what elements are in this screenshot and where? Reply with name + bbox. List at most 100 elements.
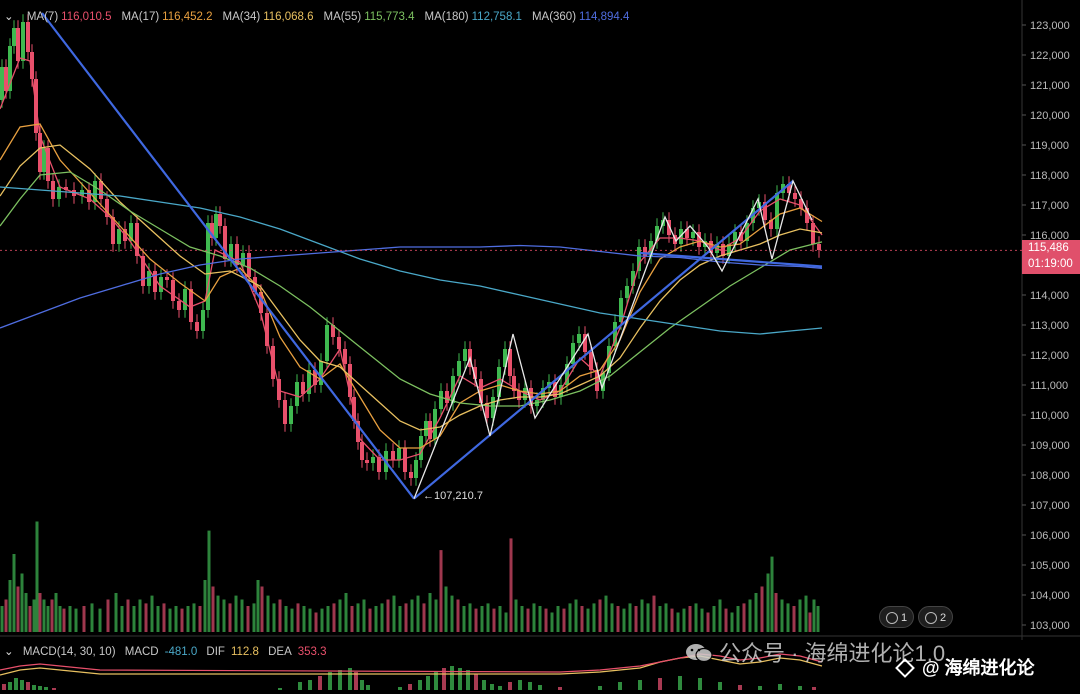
candle-body <box>811 223 815 244</box>
volume-bar <box>256 580 260 632</box>
volume-bar <box>54 593 58 632</box>
ma-line <box>0 171 823 407</box>
y-tick-label: 121,000 <box>1030 80 1070 92</box>
volume-bar <box>676 612 680 632</box>
trading-chart[interactable]: 123,000 122,000 121,000 120,000 119,000 118,0… <box>0 0 1080 694</box>
volume-bar <box>736 606 740 632</box>
candle-countdown: 01:19:00 <box>1028 258 1073 270</box>
volume-bar <box>422 603 426 632</box>
candle-body <box>117 229 121 244</box>
volume-bar <box>532 603 536 632</box>
volume-bar <box>658 606 662 632</box>
volume-bar <box>474 608 478 632</box>
macd-histogram-bar <box>778 684 782 690</box>
ma-line <box>0 144 823 431</box>
volume-bar <box>132 606 136 632</box>
macd-histogram-bar <box>618 682 622 690</box>
volume-bar <box>228 603 232 632</box>
volume-bar <box>222 599 226 632</box>
macd-collapse-icon[interactable]: ⌄ <box>4 646 14 658</box>
legend-collapse-icon[interactable]: ⌄ <box>4 11 14 23</box>
ma-legend-value: 112,758.1 <box>471 11 522 23</box>
volume-bar <box>770 556 774 632</box>
ma-legend-item: MA(17) 116,452.2 <box>121 11 212 23</box>
volume-bar <box>544 608 548 632</box>
y-tick-label: 123,000 <box>1030 20 1070 32</box>
current-price-tag: 115,486 01:19:00 <box>1022 240 1080 274</box>
volume-bar <box>290 608 294 632</box>
volume-bar <box>774 593 778 632</box>
volume-bar <box>252 603 256 632</box>
y-tick-label: 122,000 <box>1030 50 1070 62</box>
candle-body <box>403 448 407 472</box>
volume-bar <box>186 606 190 632</box>
volume-bar <box>12 554 16 632</box>
volume-bar <box>742 603 746 632</box>
drawing-badge-1[interactable]: 1 <box>879 606 915 628</box>
price-chart-svg[interactable]: 123,000 122,000 121,000 120,000 119,000 118,0… <box>0 0 1080 694</box>
volume-bar <box>284 606 288 632</box>
volume-bar <box>798 599 802 632</box>
y-tick-label: 103,000 <box>1030 620 1070 632</box>
volume-bar <box>792 606 796 632</box>
volume-bar <box>180 608 184 632</box>
volume-bar <box>216 595 220 632</box>
badge-1-count: 1 <box>901 612 908 624</box>
volume-bar <box>392 595 396 632</box>
macd-histogram-bar <box>698 678 702 690</box>
ma-line <box>0 123 823 449</box>
volume-bar <box>326 606 330 632</box>
ma-legend-item: MA(180) 112,758.1 <box>425 11 522 23</box>
volume-bar <box>562 608 566 632</box>
volume-bar <box>28 606 32 632</box>
volume-bar <box>754 593 758 632</box>
y-tick-label: 104,000 <box>1030 590 1070 602</box>
macd-histogram-bar <box>360 680 364 690</box>
macd-histogram-bar <box>812 687 816 690</box>
volume-bar <box>368 608 372 632</box>
y-tick-label: 114,000 <box>1030 290 1069 302</box>
volume-bar <box>434 599 438 632</box>
macd-histogram-bar <box>718 682 722 690</box>
drawing-badge-2[interactable]: 2 <box>918 606 954 628</box>
globe-icon <box>925 612 937 624</box>
candle-body <box>360 442 364 460</box>
candle-body <box>625 286 629 298</box>
candle-body <box>439 391 443 409</box>
macd-histogram-bar <box>278 688 282 690</box>
wechat-icon <box>686 644 713 663</box>
volume-bar <box>308 608 312 632</box>
volume-bar <box>766 573 770 632</box>
volume-bar <box>682 608 686 632</box>
volume-bar <box>748 599 752 632</box>
globe-icon <box>886 612 898 624</box>
macd-histogram-bar <box>338 670 342 690</box>
y-tick-label: 109,000 <box>1030 440 1070 452</box>
volume-bar <box>804 595 808 632</box>
volume-bar <box>362 599 366 632</box>
candle-body <box>295 382 299 406</box>
macd-histogram-bar <box>638 680 642 690</box>
volume-bar <box>50 599 54 632</box>
macd-histogram-bar <box>490 684 494 690</box>
candle-body <box>57 187 61 199</box>
candle-body <box>371 457 375 463</box>
dea-value: 353.3 <box>297 646 327 658</box>
ma-legend-item: MA(55) 115,773.4 <box>324 11 415 23</box>
trendline <box>41 12 415 500</box>
y-tick-label: 112,000 <box>1030 350 1069 362</box>
volume-bar <box>812 599 816 632</box>
candle-body <box>775 193 779 229</box>
volume-bar <box>404 603 408 632</box>
volume-bar <box>724 608 728 632</box>
candle-body <box>325 325 329 361</box>
macd-histogram-bar <box>408 684 412 690</box>
volume-bar <box>332 603 336 632</box>
volume-bar <box>640 599 644 632</box>
macd-histogram-bar <box>354 672 358 690</box>
macd-histogram-bar <box>26 682 30 690</box>
volume-bar <box>138 599 142 632</box>
dif-label: DIF <box>206 646 225 658</box>
volume-bar <box>0 606 4 632</box>
dea-label: DEA <box>268 646 292 658</box>
